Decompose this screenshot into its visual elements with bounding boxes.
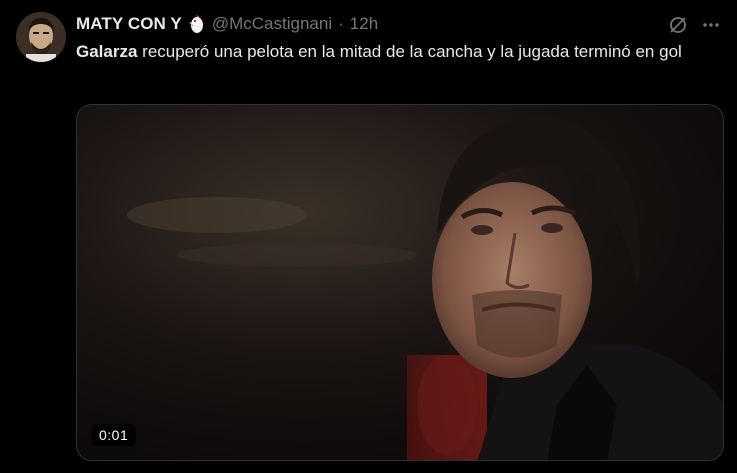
tweet-text-bold: Galarza <box>76 42 138 61</box>
display-name[interactable]: MATY CON Y <box>76 14 182 34</box>
separator-dot: · <box>338 14 344 33</box>
tweet-text: Galarza recuperó una pelota en la mitad … <box>76 40 716 64</box>
tweet-text-rest: recuperó una pelota en la mitad de la ca… <box>137 42 682 61</box>
tweet-header: MATY CON Y @McCastignani · 12h <box>76 13 378 35</box>
video-player[interactable]: 0:01 <box>76 104 724 461</box>
chicken-emoji-icon <box>188 14 206 34</box>
video-frame <box>77 105 723 460</box>
timestamp[interactable]: 12h <box>350 14 378 34</box>
more-dots-icon[interactable] <box>700 14 722 36</box>
video-duration-badge: 0:01 <box>91 424 137 446</box>
avatar[interactable] <box>16 12 66 62</box>
user-handle[interactable]: @McCastignani <box>212 14 332 34</box>
grok-icon[interactable] <box>667 14 689 36</box>
